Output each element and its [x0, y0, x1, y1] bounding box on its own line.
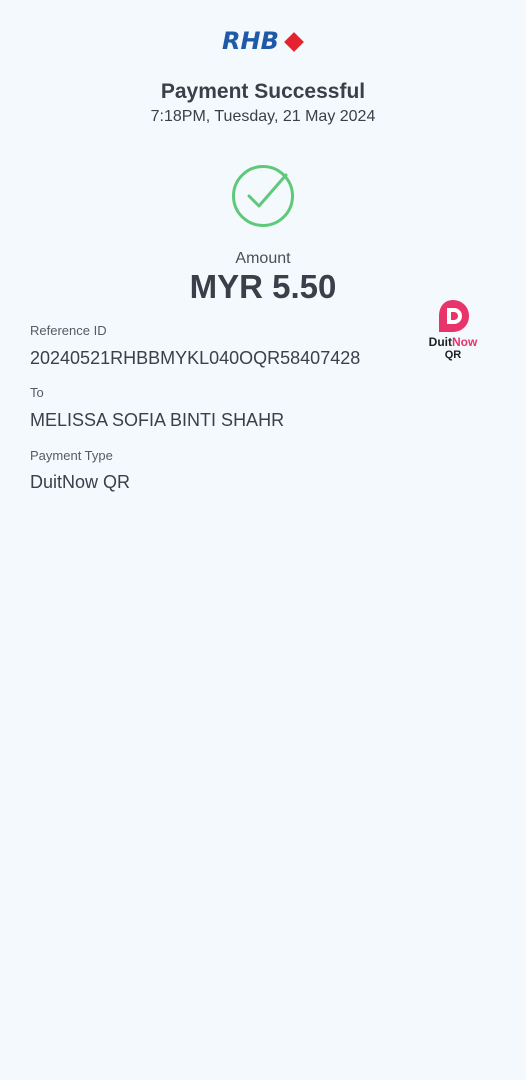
reference-id-value: 20240521RHBBMYKL040OQR58407428: [30, 348, 361, 368]
rhb-logo: RHB: [222, 26, 306, 56]
duitnow-wordmark-duit: Duit: [428, 335, 452, 349]
duitnow-wordmark: DuitNow: [418, 335, 488, 349]
duitnow-qr-label: QR: [444, 349, 462, 361]
payment-type-value: DuitNow QR: [30, 472, 131, 492]
duitnow-wordmark-now: Now: [451, 335, 478, 349]
duitnow-logo: DuitNow QR: [418, 298, 488, 368]
duitnow-badge-icon: [439, 300, 469, 332]
recipient-value: MELISSA SOFIA BINTI SHAHR: [30, 410, 285, 430]
recipient-label: To: [30, 385, 44, 400]
check-circle-icon: [232, 165, 294, 227]
page-title: Payment Successful: [160, 80, 366, 103]
diamond-icon: [283, 31, 304, 52]
transaction-datetime: 7:18PM, Tuesday, 21 May 2024: [150, 108, 376, 125]
reference-id-label: Reference ID: [30, 323, 107, 338]
amount-label: Amount: [235, 250, 291, 267]
payment-type-label: Payment Type: [30, 448, 113, 463]
rhb-logo-text: RHB: [222, 27, 279, 55]
